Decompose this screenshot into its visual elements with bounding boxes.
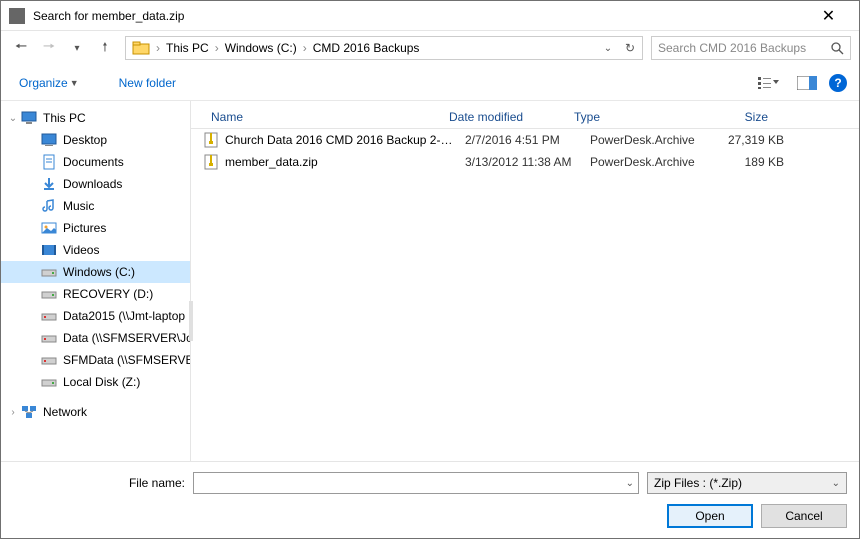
tree-item-music[interactable]: Music <box>1 195 190 217</box>
collapse-icon[interactable]: ⌄ <box>7 113 19 124</box>
item-icon <box>41 220 57 236</box>
nav-tree: ⌄ This PC DesktopDocumentsDownloadsMusic… <box>1 101 191 461</box>
file-date: 2/7/2016 4:51 PM <box>457 133 582 147</box>
item-icon <box>41 374 57 390</box>
recent-dropdown[interactable]: ▾ <box>65 36 89 60</box>
nav-bar: 🠔 🠖 ▾ 🠕 › This PC › Windows (C:) › CMD 2… <box>1 31 859 65</box>
zip-icon <box>203 154 219 170</box>
expand-icon[interactable]: › <box>7 407 19 418</box>
toolbar: Organize▼ New folder ? <box>1 65 859 101</box>
preview-pane-button[interactable] <box>791 72 823 94</box>
file-row[interactable]: Church Data 2016 CMD 2016 Backup 2-7-...… <box>191 129 859 151</box>
tree-item-videos[interactable]: Videos <box>1 239 190 261</box>
bottom-panel: File name: ⌄ Zip Files : (*.Zip) ⌄ Open … <box>1 461 859 538</box>
col-type[interactable]: Type <box>566 110 686 124</box>
tree-item-windows-c-[interactable]: Windows (C:) <box>1 261 190 283</box>
tree-item-desktop[interactable]: Desktop <box>1 129 190 151</box>
item-icon <box>41 330 57 346</box>
forward-button[interactable]: 🠖 <box>37 36 61 60</box>
help-button[interactable]: ? <box>829 74 847 92</box>
col-date[interactable]: Date modified <box>441 110 566 124</box>
breadcrumb-drive[interactable]: Windows (C:) <box>221 41 301 55</box>
chevron-right-icon[interactable]: › <box>213 41 221 55</box>
item-icon <box>41 132 57 148</box>
main-area: ⌄ This PC DesktopDocumentsDownloadsMusic… <box>1 101 859 461</box>
splitter-handle[interactable] <box>189 301 193 341</box>
file-date: 3/13/2012 11:38 AM <box>457 155 582 169</box>
chevron-right-icon[interactable]: › <box>154 41 162 55</box>
item-icon <box>41 286 57 302</box>
tree-item-data2015-jmt-laptop[interactable]: Data2015 (\\Jmt-laptop <box>1 305 190 327</box>
file-row[interactable]: member_data.zip3/13/2012 11:38 AMPowerDe… <box>191 151 859 173</box>
item-icon <box>41 154 57 170</box>
item-icon <box>41 242 57 258</box>
tree-item-documents[interactable]: Documents <box>1 151 190 173</box>
titlebar: Search for member_data.zip ✕ <box>1 1 859 31</box>
file-pane: Name Date modified Type Size Church Data… <box>191 101 859 461</box>
open-button[interactable]: Open <box>667 504 753 528</box>
item-icon <box>41 264 57 280</box>
new-folder-button[interactable]: New folder <box>113 72 182 94</box>
window-title: Search for member_data.zip <box>33 9 806 23</box>
item-icon <box>41 198 57 214</box>
back-button[interactable]: 🠔 <box>9 36 33 60</box>
tree-item-local-disk-z-[interactable]: Local Disk (Z:) <box>1 371 190 393</box>
network-icon <box>21 404 37 420</box>
search-placeholder: Search CMD 2016 Backups <box>658 41 806 55</box>
organize-menu[interactable]: Organize▼ <box>13 72 85 94</box>
filename-input[interactable]: ⌄ <box>193 472 639 494</box>
tree-item-pictures[interactable]: Pictures <box>1 217 190 239</box>
item-icon <box>41 176 57 192</box>
tree-item-data-sfmserver-jo[interactable]: Data (\\SFMSERVER\Jo <box>1 327 190 349</box>
file-list: Church Data 2016 CMD 2016 Backup 2-7-...… <box>191 129 859 461</box>
item-icon <box>41 352 57 368</box>
filter-dropdown[interactable]: ⌄ <box>832 478 840 489</box>
tree-item-downloads[interactable]: Downloads <box>1 173 190 195</box>
tree-item-sfmdata-sfmserve[interactable]: SFMData (\\SFMSERVE <box>1 349 190 371</box>
folder-icon <box>132 39 150 57</box>
close-button[interactable]: ✕ <box>806 2 851 30</box>
filename-dropdown[interactable]: ⌄ <box>626 478 634 489</box>
breadcrumb-folder[interactable]: CMD 2016 Backups <box>309 41 424 55</box>
up-button[interactable]: 🠕 <box>93 36 117 60</box>
tree-item-recovery-d-[interactable]: RECOVERY (D:) <box>1 283 190 305</box>
file-size: 27,319 KB <box>702 133 792 147</box>
view-options-button[interactable] <box>753 72 785 94</box>
file-name: Church Data 2016 CMD 2016 Backup 2-7-... <box>225 133 457 147</box>
column-headers: Name Date modified Type Size <box>191 101 859 129</box>
item-icon <box>41 308 57 324</box>
search-icon[interactable] <box>831 42 844 55</box>
address-bar[interactable]: › This PC › Windows (C:) › CMD 2016 Back… <box>125 36 643 60</box>
zip-icon <box>203 132 219 148</box>
breadcrumb-root[interactable]: This PC <box>162 41 213 55</box>
tree-this-pc[interactable]: ⌄ This PC <box>1 107 190 129</box>
file-type: PowerDesk.Archive <box>582 155 702 169</box>
pc-icon <box>21 110 37 126</box>
file-name: member_data.zip <box>225 155 457 169</box>
app-icon <box>9 8 25 24</box>
search-input[interactable]: Search CMD 2016 Backups <box>651 36 851 60</box>
cancel-button[interactable]: Cancel <box>761 504 847 528</box>
file-type: PowerDesk.Archive <box>582 133 702 147</box>
tree-network[interactable]: › Network <box>1 401 190 423</box>
filename-label: File name: <box>13 476 185 490</box>
col-name[interactable]: Name <box>191 110 441 124</box>
filetype-filter[interactable]: Zip Files : (*.Zip) ⌄ <box>647 472 847 494</box>
chevron-right-icon[interactable]: › <box>301 41 309 55</box>
refresh-button[interactable]: ↻ <box>620 38 640 58</box>
file-size: 189 KB <box>702 155 792 169</box>
address-dropdown[interactable]: ⌄ <box>598 38 618 58</box>
col-size[interactable]: Size <box>686 110 776 124</box>
